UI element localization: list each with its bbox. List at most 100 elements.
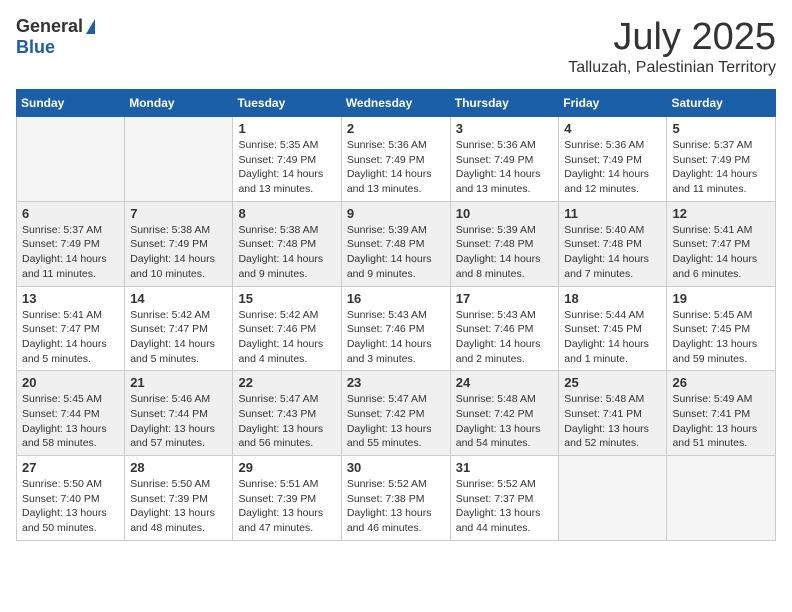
- day-number: 29: [238, 460, 335, 475]
- day-number: 24: [456, 375, 554, 390]
- day-number: 27: [22, 460, 119, 475]
- header-monday: Monday: [125, 90, 233, 117]
- cell-week4-day2: 21Sunrise: 5:46 AMSunset: 7:44 PMDayligh…: [125, 371, 233, 456]
- cell-week2-day5: 10Sunrise: 5:39 AMSunset: 7:48 PMDayligh…: [450, 201, 559, 286]
- cell-info: Sunrise: 5:37 AMSunset: 7:49 PMDaylight:…: [672, 139, 757, 195]
- cell-week4-day6: 25 Sunrise: 5:48 AMSunset: 7:41 PMDayligh…: [559, 371, 667, 456]
- cell-info: Sunrise: 5:45 AMSunset: 7:44 PMDaylight:…: [22, 393, 107, 449]
- cell-week3-day7: 19Sunrise: 5:45 AMSunset: 7:45 PMDayligh…: [667, 286, 776, 371]
- header-wednesday: Wednesday: [341, 90, 450, 117]
- month-title: July 2025: [568, 16, 776, 59]
- cell-info: Sunrise: 5:43 AMSunset: 7:46 PMDaylight:…: [347, 309, 432, 365]
- logo: General Blue: [16, 16, 95, 58]
- day-number: 25: [564, 375, 661, 390]
- day-number: 31: [456, 460, 554, 475]
- day-number: 13: [22, 291, 119, 306]
- cell-week1-day6: 4 Sunrise: 5:36 AMSunset: 7:49 PMDaylight…: [559, 117, 667, 202]
- day-number: 16: [347, 291, 445, 306]
- cell-info: Sunrise: 5:48 AMSunset: 7:41 PMDaylight:…: [564, 393, 649, 449]
- cell-week4-day5: 24 Sunrise: 5:48 AMSunset: 7:42 PMDayligh…: [450, 371, 559, 456]
- cell-week2-day2: 7 Sunrise: 5:38 AMSunset: 7:49 PMDaylight…: [125, 201, 233, 286]
- cell-week3-day1: 13 Sunrise: 5:41 AMSunset: 7:47 PMDayligh…: [17, 286, 125, 371]
- cell-info: Sunrise: 5:48 AMSunset: 7:42 PMDaylight:…: [456, 393, 541, 449]
- title-block: July 2025 Talluzah, Palestinian Territor…: [568, 16, 776, 77]
- cell-info: Sunrise: 5:41 AMSunset: 7:47 PMDaylight:…: [672, 224, 757, 280]
- cell-week1-day4: 2 Sunrise: 5:36 AMSunset: 7:49 PMDaylight…: [341, 117, 450, 202]
- header-saturday: Saturday: [667, 90, 776, 117]
- header-friday: Friday: [559, 90, 667, 117]
- day-number: 4: [564, 121, 661, 136]
- week-row-3: 13 Sunrise: 5:41 AMSunset: 7:47 PMDayligh…: [17, 286, 776, 371]
- cell-week2-day6: 11Sunrise: 5:40 AMSunset: 7:48 PMDayligh…: [559, 201, 667, 286]
- cell-info: Sunrise: 5:36 AMSunset: 7:49 PMDaylight:…: [347, 139, 432, 195]
- cell-info: Sunrise: 5:46 AMSunset: 7:44 PMDaylight:…: [130, 393, 215, 449]
- day-number: 28: [130, 460, 227, 475]
- calendar-header-row: SundayMondayTuesdayWednesdayThursdayFrid…: [17, 90, 776, 117]
- day-number: 5: [672, 121, 770, 136]
- cell-week5-day6: [559, 456, 667, 541]
- cell-week5-day4: 30 Sunrise: 5:52 AMSunset: 7:38 PMDayligh…: [341, 456, 450, 541]
- location-title: Talluzah, Palestinian Territory: [568, 59, 776, 77]
- cell-info: Sunrise: 5:52 AMSunset: 7:38 PMDaylight:…: [347, 478, 432, 534]
- day-number: 2: [347, 121, 445, 136]
- cell-week2-day1: 6Sunrise: 5:37 AMSunset: 7:49 PMDaylight…: [17, 201, 125, 286]
- cell-info: Sunrise: 5:36 AMSunset: 7:49 PMDaylight:…: [564, 139, 649, 195]
- cell-info: Sunrise: 5:42 AMSunset: 7:47 PMDaylight:…: [130, 309, 215, 365]
- day-number: 22: [238, 375, 335, 390]
- day-number: 9: [347, 206, 445, 221]
- cell-week5-day1: 27 Sunrise: 5:50 AMSunset: 7:40 PMDayligh…: [17, 456, 125, 541]
- day-number: 12: [672, 206, 770, 221]
- day-number: 30: [347, 460, 445, 475]
- cell-info: Sunrise: 5:36 AMSunset: 7:49 PMDaylight:…: [456, 139, 541, 195]
- cell-week3-day2: 14 Sunrise: 5:42 AMSunset: 7:47 PMDayligh…: [125, 286, 233, 371]
- cell-info: Sunrise: 5:42 AMSunset: 7:46 PMDaylight:…: [238, 309, 323, 365]
- cell-week4-day3: 22 Sunrise: 5:47 AMSunset: 7:43 PMDayligh…: [233, 371, 341, 456]
- day-number: 26: [672, 375, 770, 390]
- cell-info: Sunrise: 5:50 AMSunset: 7:40 PMDaylight:…: [22, 478, 107, 534]
- cell-info: Sunrise: 5:47 AMSunset: 7:43 PMDaylight:…: [238, 393, 323, 449]
- day-number: 18: [564, 291, 661, 306]
- logo-arrow-icon: [86, 19, 95, 34]
- cell-week1-day3: 1Sunrise: 5:35 AMSunset: 7:49 PMDaylight…: [233, 117, 341, 202]
- cell-week1-day7: 5 Sunrise: 5:37 AMSunset: 7:49 PMDaylight…: [667, 117, 776, 202]
- cell-week4-day7: 26Sunrise: 5:49 AMSunset: 7:41 PMDayligh…: [667, 371, 776, 456]
- cell-week3-day6: 18 Sunrise: 5:44 AMSunset: 7:45 PMDayligh…: [559, 286, 667, 371]
- cell-week5-day7: [667, 456, 776, 541]
- cell-week2-day7: 12 Sunrise: 5:41 AMSunset: 7:47 PMDayligh…: [667, 201, 776, 286]
- cell-week1-day5: 3 Sunrise: 5:36 AMSunset: 7:49 PMDaylight…: [450, 117, 559, 202]
- day-number: 15: [238, 291, 335, 306]
- cell-week4-day1: 20 Sunrise: 5:45 AMSunset: 7:44 PMDayligh…: [17, 371, 125, 456]
- cell-week1-day1: [17, 117, 125, 202]
- cell-week4-day4: 23 Sunrise: 5:47 AMSunset: 7:42 PMDayligh…: [341, 371, 450, 456]
- week-row-4: 20 Sunrise: 5:45 AMSunset: 7:44 PMDayligh…: [17, 371, 776, 456]
- page-header: General Blue July 2025 Talluzah, Palesti…: [16, 16, 776, 77]
- week-row-5: 27 Sunrise: 5:50 AMSunset: 7:40 PMDayligh…: [17, 456, 776, 541]
- cell-week2-day3: 8 Sunrise: 5:38 AMSunset: 7:48 PMDaylight…: [233, 201, 341, 286]
- cell-info: Sunrise: 5:47 AMSunset: 7:42 PMDaylight:…: [347, 393, 432, 449]
- logo-blue-text: Blue: [16, 37, 55, 58]
- cell-info: Sunrise: 5:41 AMSunset: 7:47 PMDaylight:…: [22, 309, 107, 365]
- calendar-table: SundayMondayTuesdayWednesdayThursdayFrid…: [16, 89, 776, 541]
- header-sunday: Sunday: [17, 90, 125, 117]
- day-number: 3: [456, 121, 554, 136]
- cell-week3-day3: 15 Sunrise: 5:42 AMSunset: 7:46 PMDayligh…: [233, 286, 341, 371]
- cell-info: Sunrise: 5:37 AMSunset: 7:49 PMDaylight:…: [22, 224, 107, 280]
- cell-week2-day4: 9 Sunrise: 5:39 AMSunset: 7:48 PMDaylight…: [341, 201, 450, 286]
- day-number: 1: [238, 121, 335, 136]
- day-number: 14: [130, 291, 227, 306]
- day-number: 7: [130, 206, 227, 221]
- cell-info: Sunrise: 5:40 AMSunset: 7:48 PMDaylight:…: [564, 224, 649, 280]
- cell-info: Sunrise: 5:38 AMSunset: 7:48 PMDaylight:…: [238, 224, 323, 280]
- day-number: 8: [238, 206, 335, 221]
- day-number: 17: [456, 291, 554, 306]
- cell-info: Sunrise: 5:38 AMSunset: 7:49 PMDaylight:…: [130, 224, 215, 280]
- week-row-2: 6Sunrise: 5:37 AMSunset: 7:49 PMDaylight…: [17, 201, 776, 286]
- cell-week1-day2: [125, 117, 233, 202]
- day-number: 20: [22, 375, 119, 390]
- cell-info: Sunrise: 5:39 AMSunset: 7:48 PMDaylight:…: [347, 224, 432, 280]
- cell-info: Sunrise: 5:52 AMSunset: 7:37 PMDaylight:…: [456, 478, 541, 534]
- cell-info: Sunrise: 5:39 AMSunset: 7:48 PMDaylight:…: [456, 224, 541, 280]
- cell-week5-day3: 29Sunrise: 5:51 AMSunset: 7:39 PMDayligh…: [233, 456, 341, 541]
- day-number: 23: [347, 375, 445, 390]
- cell-info: Sunrise: 5:44 AMSunset: 7:45 PMDaylight:…: [564, 309, 649, 365]
